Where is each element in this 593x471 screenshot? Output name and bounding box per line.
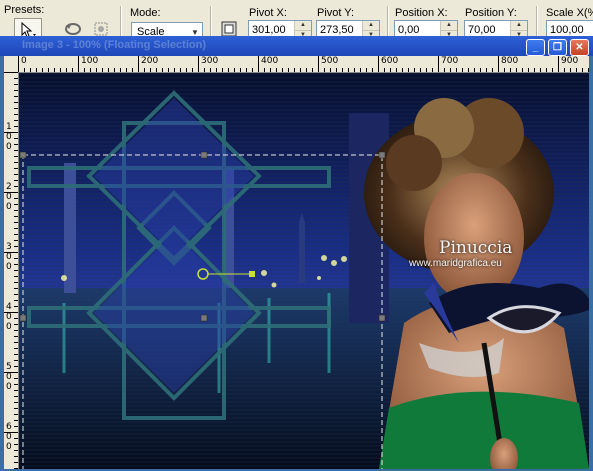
image-canvas[interactable]: Pinuccia www.maridgrafica.eu [19,73,589,469]
watermark-name: Pinuccia [439,238,513,258]
pivot-y-value: 273,50 [320,24,354,36]
ruler-label: 0 [21,56,27,66]
ruler-label: 400 [261,56,279,66]
ruler-label: 3 0 0 [6,242,12,272]
resize-handle-top-left[interactable] [20,152,26,158]
ruler-label: 700 [441,56,459,66]
pivot-point-handle[interactable] [198,269,208,279]
resize-handle-right[interactable] [379,315,385,321]
ruler-label: 100 [81,56,99,66]
restore-button[interactable]: ❐ [548,39,567,56]
image-window: Image 3 - 100% (Floating Selection) _ ❐ … [0,36,593,471]
ruler-label: 900 [561,56,579,66]
horizontal-ruler: 0 100 200 300 400 500 600 700 800 900 [18,56,589,73]
window-titlebar[interactable]: Image 3 - 100% (Floating Selection) _ ❐ … [0,36,593,56]
position-x-value: 0,00 [398,24,420,36]
ruler-label: 2 0 0 [6,182,12,212]
resize-handle-top-right[interactable] [379,152,385,158]
rotation-handle[interactable] [249,271,255,277]
pivot-y-label: Pivot Y: [317,7,355,19]
ruler-label: 4 0 0 [6,302,12,332]
minimize-icon: _ [532,42,539,53]
window-title: Image 3 - 100% (Floating Selection) [22,39,206,51]
ruler-label: 1 0 0 [6,122,12,152]
ruler-label: 500 [321,56,339,66]
position-y-label: Position Y: [465,7,517,19]
ruler-label: 5 0 0 [6,362,12,392]
close-button[interactable]: ✕ [570,39,589,56]
ruler-label: 600 [381,56,399,66]
canvas-area: 0 100 200 300 400 500 600 700 800 900 1 … [4,56,589,469]
pivot-x-value: 301,00 [252,24,286,36]
ruler-label: 200 [141,56,159,66]
vertical-ruler: 1 0 0 2 0 0 3 0 0 4 0 0 5 0 0 6 0 0 [4,72,19,469]
minimize-button[interactable]: _ [526,39,545,56]
watermark-url: www.maridgrafica.eu [409,258,502,269]
ruler-label: 6 0 0 [6,422,12,452]
restore-icon: ❐ [553,42,562,53]
pivot-x-label: Pivot X: [249,7,287,19]
artwork [19,73,589,469]
ruler-corner [4,56,19,73]
position-x-label: Position X: [395,7,448,19]
scale-x-label: Scale X(%) [546,7,593,19]
mode-label: Mode: [130,7,161,19]
ruler-label: 300 [201,56,219,66]
close-icon: ✕ [575,42,584,53]
scale-x-value: 100,00 [550,24,584,36]
ruler-label: 800 [501,56,519,66]
position-y-value: 70,00 [468,24,496,36]
presets-label: Presets: [4,4,45,16]
